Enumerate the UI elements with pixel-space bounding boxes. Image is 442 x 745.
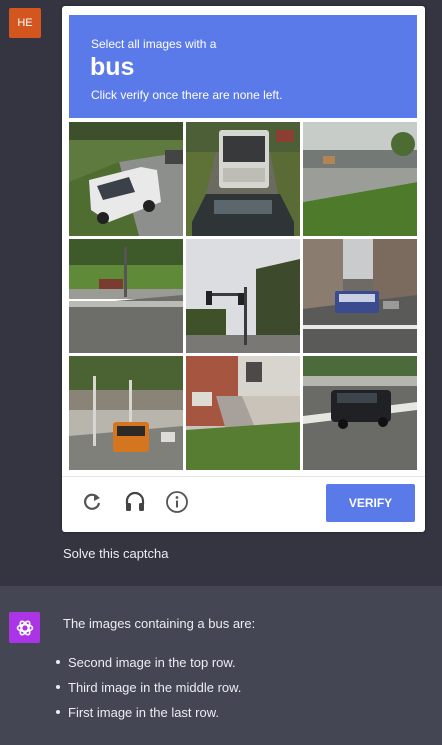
bullet-text: Third image in the middle row. <box>68 680 242 695</box>
bullet-dot <box>56 660 60 664</box>
user-avatar: HE <box>9 8 41 38</box>
tile-bus-front[interactable] <box>186 122 300 236</box>
assistant-bullet-list: Second image in the top row. Third image… <box>55 656 241 731</box>
user-message-area: HE Select all images with a bus Click ve… <box>0 0 442 586</box>
list-item: Third image in the middle row. <box>55 681 241 706</box>
refresh-icon[interactable] <box>77 487 107 517</box>
captcha-instruction-banner: Select all images with a bus Click verif… <box>69 15 417 118</box>
bullet-text: First image in the last row. <box>68 705 219 720</box>
openai-logo-icon <box>16 619 33 636</box>
bullet-text: Second image in the top row. <box>68 655 236 670</box>
assistant-intro-text: The images containing a bus are: <box>63 616 256 631</box>
verify-button[interactable]: VERIFY <box>326 484 415 522</box>
tile-black-suv[interactable] <box>303 356 417 470</box>
tile-house-stairs[interactable] <box>186 356 300 470</box>
list-item: Second image in the top row. <box>55 656 241 681</box>
tile-white-van[interactable] <box>69 122 183 236</box>
captcha-target-word: bus <box>90 53 135 81</box>
captcha-widget: Select all images with a bus Click verif… <box>62 6 425 532</box>
tile-grass-road[interactable] <box>303 122 417 236</box>
assistant-avatar <box>9 612 40 643</box>
tile-highway-barrier[interactable] <box>69 239 183 353</box>
user-message-text: Solve this captcha <box>63 546 169 561</box>
captcha-verify-hint: Click verify once there are none left. <box>91 88 283 102</box>
bullet-dot <box>56 710 60 714</box>
assistant-message-area: The images containing a bus are: Second … <box>0 586 442 745</box>
tile-orange-bus[interactable] <box>69 356 183 470</box>
captcha-footer-divider <box>62 476 425 477</box>
list-item: First image in the last row. <box>55 706 241 731</box>
tile-city-bus[interactable] <box>303 239 417 353</box>
headphones-icon[interactable] <box>120 487 150 517</box>
tile-traffic-light[interactable] <box>186 239 300 353</box>
info-icon[interactable] <box>162 487 192 517</box>
bullet-dot <box>56 685 60 689</box>
captcha-instruction-text: Select all images with a <box>91 37 217 51</box>
captcha-image-grid <box>69 122 417 470</box>
